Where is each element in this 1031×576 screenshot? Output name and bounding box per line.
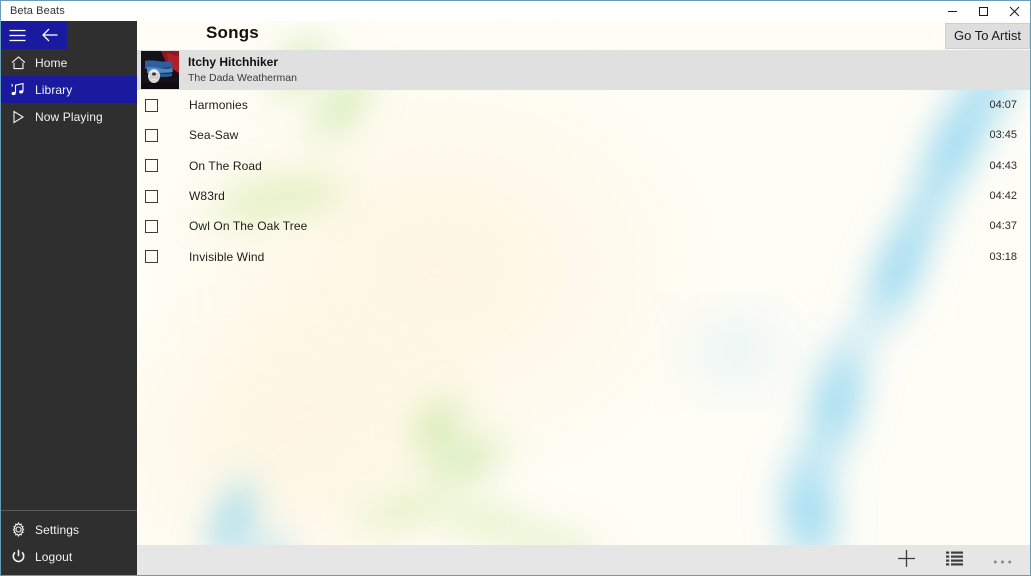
table-row[interactable]: Owl On The Oak Tree 04:37 [137, 211, 1030, 241]
table-row[interactable]: W83rd 04:42 [137, 181, 1030, 211]
minimize-button[interactable] [937, 1, 968, 21]
list-button[interactable] [930, 545, 978, 575]
command-bar [137, 545, 1030, 575]
song-checkbox[interactable] [145, 219, 158, 233]
back-arrow-icon[interactable] [34, 21, 67, 49]
song-checkbox[interactable] [145, 128, 158, 142]
table-row[interactable]: On The Road 04:43 [137, 151, 1030, 181]
page-header: Songs Go To Artist [137, 21, 1030, 49]
close-button[interactable] [999, 1, 1030, 21]
sidebar-item-label-now-playing: Now Playing [35, 109, 103, 124]
sidebar-item-settings[interactable]: Settings [1, 516, 137, 543]
song-title: Invisible Wind [189, 249, 265, 264]
sidebar-nav: Home Library Now Playing [1, 49, 137, 130]
sidebar-top-bar [1, 21, 67, 49]
gear-icon [1, 522, 35, 537]
song-checkbox[interactable] [145, 159, 158, 173]
play-icon [1, 110, 35, 124]
song-duration: 04:43 [989, 159, 1017, 172]
album-art-icon [141, 51, 179, 89]
song-duration: 03:45 [989, 129, 1017, 142]
song-title: Owl On The Oak Tree [189, 219, 308, 234]
content-area: Songs Go To Artist Itchy Hitchhiker The … [137, 21, 1030, 575]
song-list: Harmonies 04:07 Sea-Saw 03:45 On The Roa… [137, 90, 1030, 272]
song-title: Sea-Saw [189, 128, 239, 143]
list-icon [945, 551, 963, 571]
app-title: Beta Beats [10, 5, 65, 17]
plus-icon [897, 549, 916, 573]
song-title: W83rd [189, 189, 225, 204]
song-checkbox[interactable] [145, 189, 158, 203]
window-controls [937, 1, 1030, 21]
ellipsis-icon [993, 552, 1012, 570]
sidebar-item-label-home: Home [35, 55, 68, 70]
power-icon [1, 549, 35, 564]
table-row[interactable]: Sea-Saw 03:45 [137, 120, 1030, 150]
song-title: Harmonies [189, 98, 248, 113]
album-header-row[interactable]: Itchy Hitchhiker The Dada Weatherman [137, 50, 1030, 90]
song-title: On The Road [189, 158, 262, 173]
sidebar-item-home[interactable]: Home [1, 49, 137, 76]
sidebar-item-now-playing[interactable]: Now Playing [1, 103, 137, 130]
album-artist: The Dada Weatherman [188, 71, 297, 84]
title-bar: Beta Beats [1, 1, 1030, 21]
sidebar-item-label-settings: Settings [35, 522, 80, 537]
sidebar-item-label-logout: Logout [35, 549, 73, 564]
app-window: Beta Beats Home Library Now Playing Sett… [0, 0, 1031, 576]
hamburger-icon[interactable] [1, 21, 34, 49]
more-button[interactable] [978, 545, 1026, 575]
sidebar-item-library[interactable]: Library [1, 76, 137, 103]
album-info: Itchy Hitchhiker The Dada Weatherman [188, 55, 297, 84]
maximize-button[interactable] [968, 1, 999, 21]
table-row[interactable]: Invisible Wind 03:18 [137, 241, 1030, 271]
sidebar-item-label-library: Library [35, 82, 73, 97]
sidebar-bottom-nav: Settings Logout [1, 510, 137, 575]
song-checkbox[interactable] [145, 98, 158, 112]
song-duration: 03:18 [989, 250, 1017, 263]
song-duration: 04:42 [989, 190, 1017, 203]
sidebar: Home Library Now Playing Settings Logout [1, 21, 137, 575]
add-button[interactable] [882, 545, 930, 575]
song-duration: 04:37 [989, 220, 1017, 233]
music-note-icon [1, 82, 35, 97]
song-checkbox[interactable] [145, 250, 158, 264]
home-icon [1, 55, 35, 70]
page-title: Songs [206, 23, 259, 42]
go-to-artist-tooltip[interactable]: Go To Artist [945, 23, 1030, 49]
table-row[interactable]: Harmonies 04:07 [137, 90, 1030, 120]
sidebar-item-logout[interactable]: Logout [1, 543, 137, 570]
album-title: Itchy Hitchhiker [188, 55, 279, 70]
song-duration: 04:07 [989, 99, 1017, 112]
